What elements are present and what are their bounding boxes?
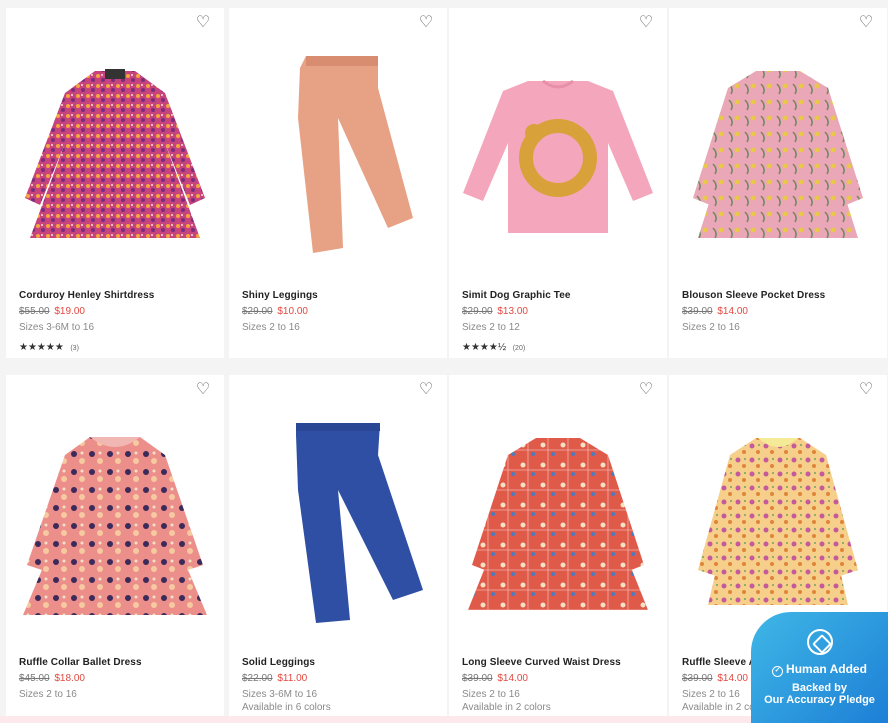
original-price: $45.00 <box>19 673 50 684</box>
product-price: $22.00 $11.00 <box>242 673 307 684</box>
product-name[interactable]: Long Sleeve Curved Waist Dress <box>462 657 621 668</box>
original-price: $29.00 <box>462 306 493 317</box>
heart-icon[interactable]: ♡ <box>194 381 212 399</box>
product-image[interactable] <box>6 375 224 645</box>
product-price: $45.00 $18.00 <box>19 673 85 684</box>
product-name[interactable]: Solid Leggings <box>242 657 315 668</box>
product-name[interactable]: Shiny Leggings <box>242 290 318 301</box>
sale-price: $14.00 <box>717 306 748 317</box>
product-name[interactable]: Blouson Sleeve Pocket Dress <box>682 290 825 301</box>
heart-icon[interactable]: ♡ <box>417 381 435 399</box>
product-card[interactable]: ♡ Corduroy Henley Shirtdress $55.00 $19.… <box>6 8 224 358</box>
product-sizes: Sizes 2 to 16 <box>19 689 77 700</box>
product-sizes: Sizes 2 to 16 <box>242 322 300 333</box>
original-price: $39.00 <box>682 673 713 684</box>
available-colors: Available in 6 colors <box>242 702 331 713</box>
product-rating[interactable]: ★★★★½ (20) <box>462 342 525 353</box>
product-card[interactable]: ♡ Shiny Leggings $29.00 $10.00 Sizes 2 t… <box>229 8 447 358</box>
product-price: $29.00 $13.00 <box>462 306 528 317</box>
heart-icon[interactable]: ♡ <box>857 14 875 32</box>
product-card[interactable]: ♡ Long Sleeve Curved Waist Dress $39.00 … <box>449 375 667 716</box>
product-price: $39.00 $14.00 <box>682 306 748 317</box>
sale-price: $14.00 <box>497 673 528 684</box>
product-price: $29.00 $10.00 <box>242 306 308 317</box>
star-rating-icon: ★★★★★ <box>19 342 64 353</box>
original-price: $39.00 <box>682 306 713 317</box>
heart-icon[interactable]: ♡ <box>417 14 435 32</box>
product-grid: ♡ Corduroy Henley Shirtdress $55.00 $19.… <box>0 0 888 723</box>
check-icon: ✓ <box>772 666 784 677</box>
original-price: $22.00 <box>242 673 273 684</box>
product-card[interactable]: ♡ Simit Dog Graphic Tee $29.00 $13.00 Si… <box>449 8 667 358</box>
product-image[interactable] <box>229 8 447 278</box>
sale-price: $14.00 <box>717 673 748 684</box>
sale-price: $10.00 <box>277 306 308 317</box>
product-price: $39.00 $14.00 <box>462 673 528 684</box>
product-price: $39.00 $14.00 <box>682 673 748 684</box>
product-rating[interactable]: ★★★★★ (3) <box>19 342 79 353</box>
product-name[interactable]: Simit Dog Graphic Tee <box>462 290 571 301</box>
original-price: $39.00 <box>462 673 493 684</box>
badge-title: ✓ Human Added <box>751 662 888 677</box>
original-price: $29.00 <box>242 306 273 317</box>
product-sizes: Sizes 2 to 16 <box>682 689 740 700</box>
product-name[interactable]: Ruffle Collar Ballet Dress <box>19 657 142 668</box>
product-image[interactable] <box>449 375 667 645</box>
product-image[interactable] <box>449 8 667 278</box>
available-colors: Available in 2 colors <box>462 702 551 713</box>
heart-icon[interactable]: ♡ <box>637 14 655 32</box>
product-card[interactable]: ♡ Blouson Sleeve Pocket Dress $39.00 $14… <box>669 8 887 358</box>
heart-icon[interactable]: ♡ <box>194 14 212 32</box>
badge-title-text: Human Added <box>786 662 867 676</box>
product-sizes: Sizes 3-6M to 16 <box>19 322 95 333</box>
sale-price: $13.00 <box>497 306 528 317</box>
badge-line-2: Our Accuracy Pledge <box>764 694 875 706</box>
product-price: $55.00 $19.00 <box>19 306 85 317</box>
sale-price: $19.00 <box>54 306 85 317</box>
product-image[interactable] <box>669 8 887 278</box>
product-sizes: Sizes 3-6M to 16 <box>242 689 318 700</box>
review-count: (3) <box>70 345 79 352</box>
star-rating-icon: ★★★★½ <box>462 342 507 353</box>
review-count: (20) <box>512 345 526 352</box>
heart-icon[interactable]: ♡ <box>857 381 875 399</box>
product-image[interactable] <box>229 375 447 645</box>
product-sizes: Sizes 2 to 16 <box>462 689 520 700</box>
product-image[interactable] <box>669 375 887 645</box>
product-card[interactable]: ♡ Ruffle Collar Ballet Dress $45.00 $18.… <box>6 375 224 716</box>
product-sizes: Sizes 2 to 12 <box>462 322 520 333</box>
product-name[interactable]: Corduroy Henley Shirtdress <box>19 290 154 301</box>
product-card[interactable]: ♡ Solid Leggings $22.00 $11.00 Sizes 3-6… <box>229 375 447 716</box>
badge-line-1: Backed by <box>791 682 848 694</box>
house-icon <box>807 629 833 655</box>
product-image[interactable] <box>6 8 224 278</box>
sale-price: $11.00 <box>277 673 308 684</box>
product-sizes: Sizes 2 to 16 <box>682 322 740 333</box>
heart-icon[interactable]: ♡ <box>637 381 655 399</box>
original-price: $55.00 <box>19 306 50 317</box>
accuracy-pledge-badge[interactable]: ✓ Human Added Backed by Our Accuracy Pled… <box>751 612 888 723</box>
sale-price: $18.00 <box>54 673 85 684</box>
